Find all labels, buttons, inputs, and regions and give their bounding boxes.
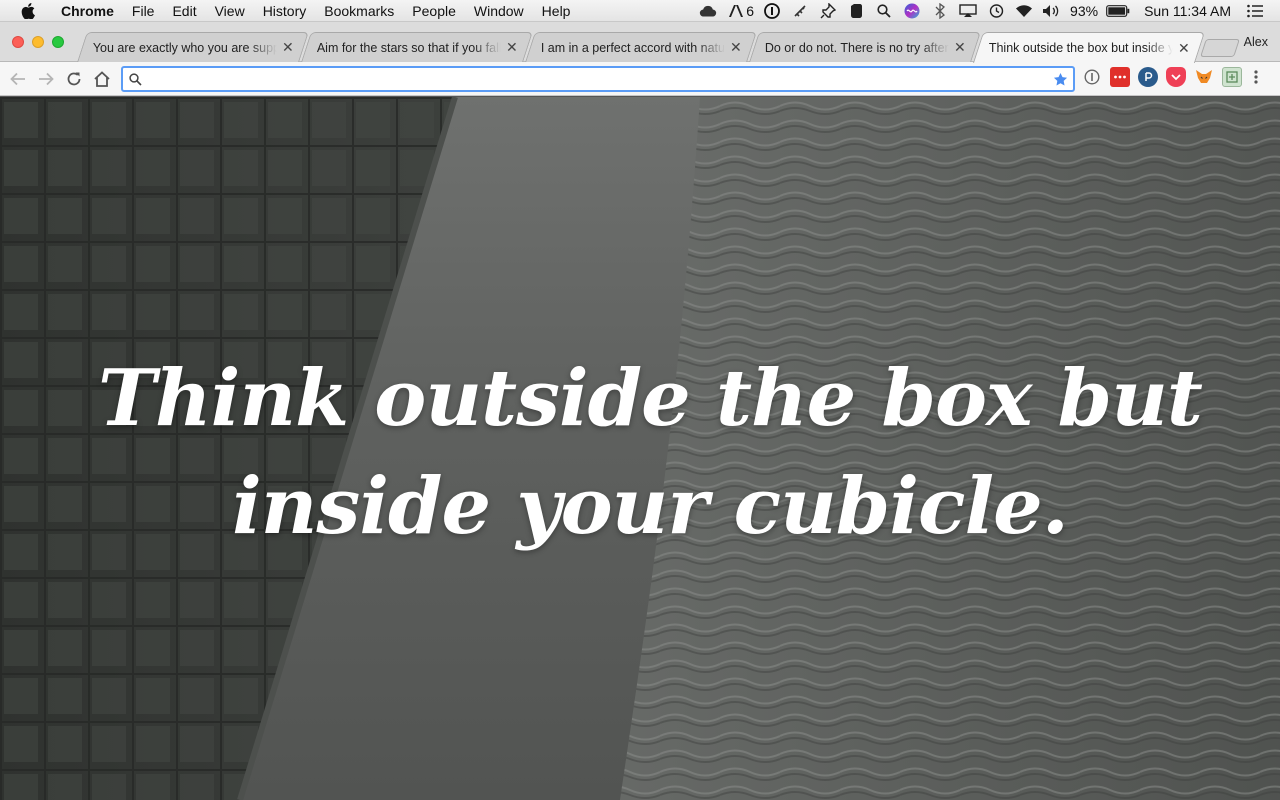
tab-2[interactable]: Aim for the stars so that if you fall ✕ xyxy=(301,32,533,62)
apple-menu-icon[interactable] xyxy=(18,2,38,19)
zoom-window-button[interactable] xyxy=(52,36,64,48)
menu-view[interactable]: View xyxy=(206,0,254,22)
todoist-extension-icon[interactable] xyxy=(1110,67,1130,87)
battery-icon[interactable] xyxy=(1105,0,1131,22)
menubar-clock[interactable]: Sun 11:34 AM xyxy=(1144,3,1231,19)
bookmark-star-icon[interactable] xyxy=(1053,72,1068,87)
tab-1[interactable]: You are exactly who you are supposed to … xyxy=(77,32,309,62)
home-icon[interactable] xyxy=(88,65,116,93)
onepassword-icon[interactable] xyxy=(761,0,783,22)
quote-text: Think outside the box but inside your cu… xyxy=(98,353,1203,552)
adobe-icon[interactable] xyxy=(725,0,747,22)
menu-bookmarks[interactable]: Bookmarks xyxy=(315,0,403,22)
tab-title: Aim for the stars so that if you fall xyxy=(316,40,501,55)
minimize-window-button[interactable] xyxy=(32,36,44,48)
antenna-icon[interactable] xyxy=(789,0,811,22)
notification-center-icon[interactable] xyxy=(1244,0,1266,22)
menu-help[interactable]: Help xyxy=(533,0,580,22)
tab-5-active[interactable]: Think outside the box but inside your cu… xyxy=(972,32,1206,63)
reload-icon[interactable] xyxy=(60,65,88,93)
airplay-icon[interactable] xyxy=(957,0,979,22)
tab-4[interactable]: Do or do not. There is no try after ✕ xyxy=(749,32,981,62)
status-area: 6 93% Sun 11:34 AM xyxy=(694,0,1280,22)
creative-cloud-icon[interactable] xyxy=(697,0,719,22)
onepassword-extension-icon[interactable] xyxy=(1082,67,1102,87)
tab-3[interactable]: I am in a perfect accord with nature ✕ xyxy=(525,32,757,62)
window-controls xyxy=(12,36,64,48)
chrome-menu-icon[interactable] xyxy=(1250,67,1262,87)
tab-title: Do or do not. There is no try after xyxy=(764,40,949,55)
menu-history[interactable]: History xyxy=(254,0,316,22)
back-icon[interactable] xyxy=(4,65,32,93)
menu-people[interactable]: People xyxy=(403,0,465,22)
bluetooth-icon[interactable] xyxy=(929,0,951,22)
new-tab-button[interactable] xyxy=(1200,39,1240,57)
pocket-extension-icon[interactable] xyxy=(1166,67,1186,87)
siri-icon[interactable] xyxy=(901,0,923,22)
pin-icon[interactable] xyxy=(817,0,839,22)
time-machine-icon[interactable] xyxy=(985,0,1007,22)
profile-name[interactable]: Alex xyxy=(1244,35,1268,49)
tab-title: You are exactly who you are supposed to … xyxy=(92,40,277,55)
pushbullet-extension-icon[interactable] xyxy=(1138,67,1158,87)
tab-close-icon[interactable]: ✕ xyxy=(281,39,295,56)
volume-icon[interactable] xyxy=(1041,0,1063,22)
browser-toolbar xyxy=(0,62,1280,96)
macos-menubar: Chrome File Edit View History Bookmarks … xyxy=(0,0,1280,22)
tab-close-icon[interactable]: ✕ xyxy=(729,39,743,56)
metamask-fox-icon[interactable] xyxy=(1194,67,1214,87)
tab-close-icon[interactable]: ✕ xyxy=(1177,40,1191,57)
evernote-icon[interactable] xyxy=(845,0,867,22)
extension-puzzle-icon[interactable] xyxy=(1222,67,1242,87)
search-icon xyxy=(129,72,142,86)
extensions-area xyxy=(1082,67,1262,87)
close-window-button[interactable] xyxy=(12,36,24,48)
adobe-count: 6 xyxy=(746,3,755,19)
tab-close-icon[interactable]: ✕ xyxy=(505,39,519,56)
tab-title: Think outside the box but inside your cu… xyxy=(988,41,1173,55)
tab-title: I am in a perfect accord with nature xyxy=(540,40,725,55)
wifi-icon[interactable] xyxy=(1013,0,1035,22)
page-content: Think outside the box but inside your cu… xyxy=(0,97,1280,800)
menu-app-name[interactable]: Chrome xyxy=(52,0,123,22)
tab-close-icon[interactable]: ✕ xyxy=(953,39,967,56)
address-bar[interactable] xyxy=(121,66,1075,92)
address-input[interactable] xyxy=(142,68,1053,90)
menu-window[interactable]: Window xyxy=(465,0,533,22)
forward-icon[interactable] xyxy=(32,65,60,93)
battery-percentage: 93% xyxy=(1070,3,1099,19)
spotlight-search-icon[interactable] xyxy=(873,0,895,22)
tab-strip: You are exactly who you are supposed to … xyxy=(0,22,1280,63)
menu-file[interactable]: File xyxy=(123,0,164,22)
menu-edit[interactable]: Edit xyxy=(163,0,205,22)
